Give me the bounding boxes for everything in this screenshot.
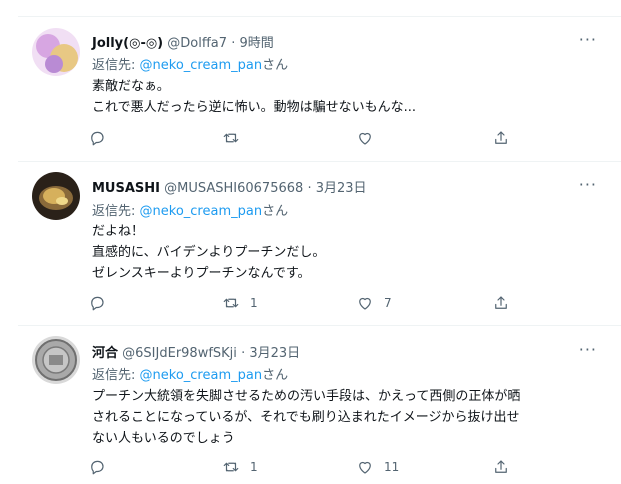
like-count: 7 xyxy=(384,296,392,310)
display-name[interactable]: 河合 xyxy=(92,346,118,361)
reply-button[interactable] xyxy=(88,129,116,147)
heart-icon xyxy=(359,461,371,474)
share-button[interactable] xyxy=(492,294,510,312)
reply-suffix: さん xyxy=(262,58,289,73)
avatar[interactable] xyxy=(32,28,80,76)
reply-icon xyxy=(91,296,104,311)
reply-suffix: さん xyxy=(262,204,289,219)
separator-dot: · xyxy=(241,346,246,361)
avatar-image xyxy=(32,336,80,384)
mention-link[interactable]: @neko_cream_pan xyxy=(140,204,263,219)
retweet-icon xyxy=(223,462,239,472)
tweet-text-line: これで悪人だったら逆に怖い。動物は騙せないもんな... xyxy=(92,100,417,115)
tweet-actions: 1 11 xyxy=(88,458,528,482)
like-count: 11 xyxy=(384,460,400,474)
avatar[interactable] xyxy=(32,336,80,384)
reply-button[interactable] xyxy=(88,458,116,476)
tweet-text-line: ゼレンスキーよりプーチンなんです。 xyxy=(92,266,311,281)
like-button[interactable]: 7 xyxy=(356,294,392,312)
tweet-actions xyxy=(88,129,528,153)
tweet-text-line: 素敵だなぁ。 xyxy=(92,79,170,94)
timestamp[interactable]: 3月23日 xyxy=(316,181,367,196)
tweet-text-line: プーチン大統領を失脚させるための汚い手段は、かえって西側の正体が晒 xyxy=(92,389,521,404)
retweet-icon xyxy=(223,133,239,143)
reply-suffix: さん xyxy=(262,368,289,383)
retweet-count: 1 xyxy=(250,460,258,474)
tweet-text-line: だよね！ xyxy=(92,224,145,239)
share-button[interactable] xyxy=(492,129,510,147)
separator-dot: · xyxy=(231,36,236,51)
reply-context: 返信先: @neko_cream_panさん xyxy=(92,364,288,383)
mention-link[interactable]: @neko_cream_pan xyxy=(140,58,263,73)
user-handle[interactable]: @MUSASHI60675668 xyxy=(164,181,303,196)
tweet-header: MUSASHI @MUSASHI60675668 · 3月23日 xyxy=(92,177,367,196)
reply-button[interactable] xyxy=(88,294,116,312)
tweet-actions: 1 7 xyxy=(88,294,528,318)
tweet-text-line: ない人もいるのでしょう xyxy=(92,431,235,446)
more-icon[interactable]: ··· xyxy=(579,340,597,359)
reply-context: 返信先: @neko_cream_panさん xyxy=(92,54,288,73)
heart-icon xyxy=(359,132,371,145)
share-icon xyxy=(495,296,507,309)
retweet-button[interactable] xyxy=(222,129,250,147)
user-handle[interactable]: @Dolffa7 xyxy=(167,36,227,51)
more-icon[interactable]: ··· xyxy=(579,175,597,194)
divider xyxy=(18,16,621,17)
like-button[interactable] xyxy=(356,129,384,147)
retweet-count: 1 xyxy=(250,296,258,310)
tweet-text-line: 直感的に、バイデンよりプーチンだし。 xyxy=(92,245,326,260)
tweet-text: 素敵だなぁ。 これで悪人だったら逆に怖い。動物は騙せないもんな... xyxy=(92,76,597,118)
separator-dot: · xyxy=(307,181,312,196)
timestamp[interactable]: 9時間 xyxy=(239,36,273,51)
avatar[interactable] xyxy=(32,172,80,220)
avatar-image xyxy=(32,172,80,220)
tweet-text-line: されることになっているが、それでも刷り込まれたイメージから抜け出せ xyxy=(92,410,520,425)
like-button[interactable]: 11 xyxy=(356,458,399,476)
reply-context: 返信先: @neko_cream_panさん xyxy=(92,200,288,219)
tweet-text: だよね！ 直感的に、バイデンよりプーチンだし。 ゼレンスキーよりプーチンなんです… xyxy=(92,221,597,284)
display-name[interactable]: MUSASHI xyxy=(92,181,160,196)
display-name[interactable]: Jolly(◎-◎) xyxy=(92,36,163,51)
retweet-button[interactable]: 1 xyxy=(222,294,258,312)
user-handle[interactable]: @6SIJdEr98wfSKji xyxy=(122,346,237,361)
share-icon xyxy=(495,131,507,144)
reply-icon xyxy=(91,460,104,475)
mention-link[interactable]: @neko_cream_pan xyxy=(140,368,263,383)
reply-prefix: 返信先: xyxy=(92,204,140,219)
divider xyxy=(18,161,621,162)
tweet-header: Jolly(◎-◎) @Dolffa7 · 9時間 xyxy=(92,32,274,51)
tweet-text: プーチン大統領を失脚させるための汚い手段は、かえって西側の正体が晒 されることに… xyxy=(92,386,597,449)
share-button[interactable] xyxy=(492,458,510,476)
reply-icon xyxy=(91,131,104,146)
more-icon[interactable]: ··· xyxy=(579,30,597,49)
retweet-button[interactable]: 1 xyxy=(222,458,258,476)
divider xyxy=(18,325,621,326)
retweet-icon xyxy=(223,298,239,308)
heart-icon xyxy=(359,297,371,310)
avatar-image xyxy=(32,28,80,76)
reply-prefix: 返信先: xyxy=(92,368,140,383)
timestamp[interactable]: 3月23日 xyxy=(249,346,300,361)
reply-prefix: 返信先: xyxy=(92,58,140,73)
share-icon xyxy=(495,460,507,473)
tweet-header: 河合 @6SIJdEr98wfSKji · 3月23日 xyxy=(92,342,300,361)
